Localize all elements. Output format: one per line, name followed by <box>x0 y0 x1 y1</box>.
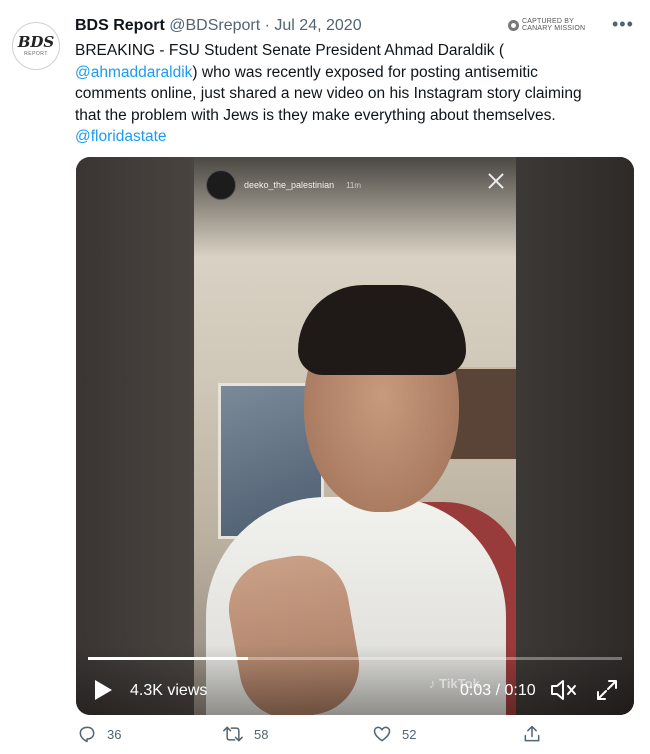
user-handle[interactable]: @BDSreport <box>169 17 260 34</box>
tweet-date[interactable]: Jul 24, 2020 <box>274 17 361 34</box>
video-background-left <box>76 157 194 715</box>
fullscreen-icon[interactable] <box>594 677 620 703</box>
tweet-line-1: BREAKING - FSU Student Senate President … <box>75 42 505 59</box>
watermark-line2: CANARY MISSION <box>522 25 586 32</box>
watermark-line1: CAPTURED BY <box>522 18 574 25</box>
tweet-header: BDS Report @BDSreport · Jul 24, 2020 <box>75 16 362 36</box>
video-progress-bar[interactable] <box>88 657 622 660</box>
avatar-logo-text: BDS <box>17 33 55 51</box>
tweet-line-3: comments online, just shared a new video… <box>75 85 582 102</box>
story-time: 11m <box>346 180 362 190</box>
like-count: 52 <box>402 726 417 742</box>
tweet-actions: 36 58 52 <box>0 724 650 752</box>
mention-link[interactable]: @ahmaddaraldik <box>75 64 192 81</box>
profile-avatar[interactable]: BDS REPORT <box>12 22 60 70</box>
retweet-icon <box>223 726 243 742</box>
tweet-text: BREAKING - FSU Student Senate President … <box>75 40 630 148</box>
canary-mission-watermark: CAPTURED BY CANARY MISSION <box>508 18 585 32</box>
story-user-avatar <box>206 170 236 200</box>
video-progress-fill <box>88 657 249 660</box>
share-icon <box>524 725 540 742</box>
instagram-story-frame: deeko_the_palestinian 11m <box>194 157 516 715</box>
mute-icon[interactable] <box>549 677 579 703</box>
reply-icon <box>79 726 95 743</box>
like-action[interactable]: 52 <box>372 724 416 744</box>
reply-count: 36 <box>107 726 122 742</box>
person-hair <box>298 285 466 375</box>
reply-action[interactable]: 36 <box>77 724 121 744</box>
avatar-logo-subtext: REPORT <box>24 51 48 57</box>
story-close-icon <box>486 171 506 191</box>
view-count: 4.3K views <box>130 682 208 699</box>
watermark-icon <box>508 19 519 31</box>
video-timecode: 0:03 / 0:10 <box>460 682 536 699</box>
tweet-line-4: that the problem with Jews is they make … <box>75 106 556 124</box>
separator-dot: · <box>264 17 270 34</box>
video-player[interactable]: deeko_the_palestinian 11m 4.3K views ♪ T… <box>76 157 634 715</box>
retweet-action[interactable]: 58 <box>222 724 268 744</box>
retweet-count: 58 <box>254 726 269 742</box>
tweet-line-2: ) who was recently exposed for posting a… <box>192 63 538 81</box>
more-options-icon[interactable]: ••• <box>612 14 634 35</box>
share-action[interactable] <box>522 724 542 744</box>
story-header: deeko_the_palestinian 11m <box>206 170 361 200</box>
heart-icon <box>373 726 391 742</box>
hashtag-mention-link[interactable]: @floridastate <box>75 128 167 145</box>
play-icon[interactable] <box>95 680 112 700</box>
display-name[interactable]: BDS Report <box>75 17 165 34</box>
video-background-right <box>514 157 634 715</box>
story-username: deeko_the_palestinian <box>244 180 335 190</box>
